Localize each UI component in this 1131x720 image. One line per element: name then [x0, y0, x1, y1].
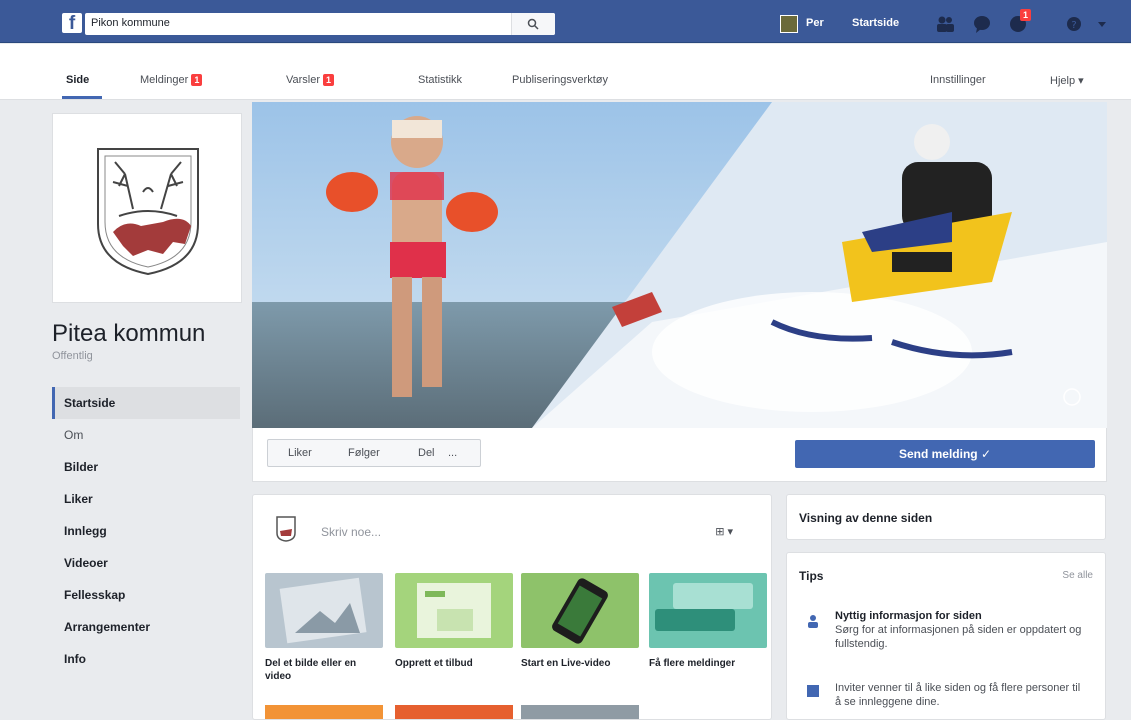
tile-messages[interactable] — [649, 573, 767, 648]
tip-icon — [807, 685, 819, 697]
tile-offer-label: Opprett et tilbud — [395, 658, 473, 669]
composer-prompt[interactable]: Skriv noe... — [321, 525, 381, 539]
left-sidebar-nav: Startside Om Bilder Liker Innlegg Videoe… — [52, 387, 240, 675]
chevron-down-icon[interactable] — [1092, 14, 1112, 34]
tab-page[interactable]: Side — [66, 74, 89, 86]
post-composer: Skriv noe... ⊞ ▾ Del et bilde eller en v… — [252, 494, 772, 720]
settings-link[interactable]: Innstillinger — [930, 74, 986, 86]
tab-publishing-tools[interactable]: Publiseringsverktøy — [512, 74, 608, 86]
liked-label: Liker — [288, 447, 312, 459]
page-category[interactable]: Offentlig — [52, 350, 93, 362]
sidebar-item-info[interactable]: Info — [52, 643, 240, 675]
tile-photo-video[interactable] — [265, 573, 383, 648]
tile-messages-label: Få flere meldinger — [649, 658, 736, 669]
tip-item-2[interactable]: Inviter venner til å like siden og få fl… — [835, 681, 1085, 709]
active-tab-indicator — [62, 96, 102, 99]
notifications-tab-badge: 1 — [323, 74, 335, 86]
top-bar: f Pikon kommune Per Startside 1 ? — [0, 0, 1131, 43]
tile-row2-2[interactable] — [395, 705, 513, 719]
coat-of-arms-logo — [97, 148, 199, 276]
tile-live-video[interactable] — [521, 573, 639, 648]
tile-photo-label: Del et bilde eller en video — [265, 658, 357, 682]
svg-text:?: ? — [1071, 20, 1076, 31]
liked-button[interactable]: Liker Følger Del ... — [267, 439, 481, 467]
profile-name-link[interactable]: Per — [806, 17, 824, 29]
cover-image — [252, 102, 1107, 428]
page-view-box: Visning av denne siden — [786, 494, 1106, 540]
sidebar-item-posts[interactable]: Innlegg — [52, 515, 240, 547]
help-link[interactable]: Hjelp ▾ — [1050, 74, 1084, 87]
sidebar-item-likes[interactable]: Liker — [52, 483, 240, 515]
tile-live-label: Start en Live-video — [521, 658, 611, 669]
offer-icon — [417, 583, 491, 638]
notifications-badge: 1 — [1020, 9, 1032, 21]
search-icon — [527, 18, 539, 30]
page-nav: Side Meldinger 1 Varsler 1 Statistikk Publ… — [0, 44, 1131, 100]
more-label: ... — [448, 447, 458, 459]
cover-photo[interactable] — [252, 102, 1107, 428]
page-avatar-icon — [271, 513, 301, 543]
tab-messages[interactable]: Meldinger 1 — [140, 74, 203, 86]
page-title: Pitea kommun — [52, 320, 206, 347]
phone-icon — [552, 578, 608, 644]
facebook-logo-icon[interactable]: f — [62, 13, 82, 34]
see-all-link[interactable]: Se alle — [1062, 570, 1093, 581]
page-view-title[interactable]: Visning av denne siden — [799, 511, 932, 525]
chat-icon — [655, 583, 753, 631]
friend-requests-icon[interactable] — [935, 14, 955, 34]
tile-offer[interactable] — [395, 573, 513, 648]
search-button[interactable] — [511, 13, 555, 35]
tile-row2-1[interactable] — [265, 705, 383, 719]
sidebar-item-community[interactable]: Fellesskap — [52, 579, 240, 611]
tips-title: Tips — [799, 569, 824, 583]
sidebar-item-events[interactable]: Arrangementer — [52, 611, 240, 643]
tab-insights[interactable]: Statistikk — [418, 74, 462, 86]
messages-badge: 1 — [191, 74, 203, 86]
cover-action-bar: Liker Følger Del ... Send melding ✓ — [252, 428, 1107, 482]
sidebar-item-about[interactable]: Om — [52, 419, 240, 451]
sidebar-item-home[interactable]: Startside — [52, 387, 240, 419]
help-icon[interactable]: ? — [1064, 14, 1084, 34]
following-label: Følger — [348, 447, 380, 459]
home-link[interactable]: Startside — [852, 17, 899, 29]
search-input-value: Pikon kommune — [91, 17, 170, 29]
share-label: Del — [418, 447, 435, 459]
sidebar-item-videos[interactable]: Videoer — [52, 547, 240, 579]
tips-box: Tips Se alle Nyttig informasjon for side… — [786, 552, 1106, 720]
send-message-button[interactable]: Send melding ✓ — [795, 440, 1095, 468]
page-profile-picture[interactable] — [52, 113, 242, 303]
search-input[interactable]: Pikon kommune — [85, 13, 555, 35]
tab-notifications[interactable]: Varsler 1 — [286, 74, 335, 86]
people-icon — [808, 615, 818, 628]
messages-icon[interactable] — [972, 14, 992, 34]
composer-dropdown[interactable]: ⊞ ▾ — [715, 525, 733, 538]
photo-icon — [279, 577, 367, 644]
profile-avatar[interactable] — [780, 15, 798, 33]
tile-row2-3[interactable] — [521, 705, 639, 719]
tip-item-1[interactable]: Nyttig informasjon for siden Sørg for at … — [835, 609, 1085, 651]
sidebar-item-photos[interactable]: Bilder — [52, 451, 240, 483]
